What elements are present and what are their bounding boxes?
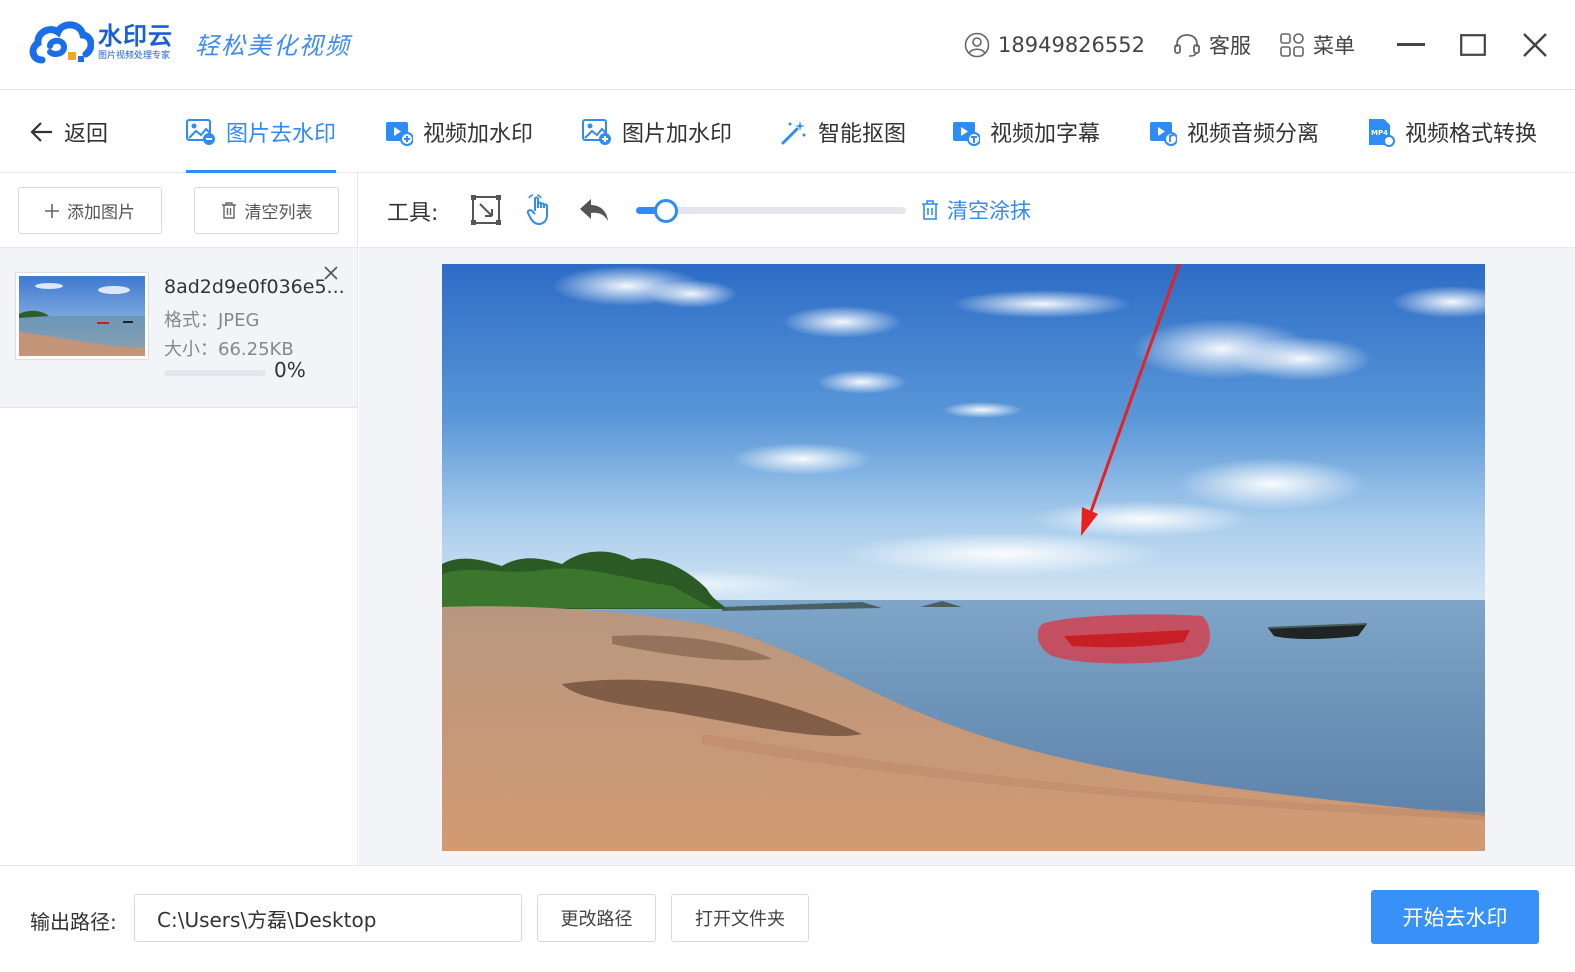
clear-list-label: 清空列表 [244,203,313,223]
tab-label: 视频音频分离 [1187,122,1320,147]
rectangle-select-icon [471,195,501,225]
video-subtitle-icon [953,122,980,146]
tab-label: 视频加水印 [423,122,534,147]
close-window-button[interactable] [1507,0,1563,90]
app-slogan: 轻松美化视频 [195,32,351,60]
tab-video-subtitle[interactable]: 视频加字幕 [952,91,1100,173]
hand-pointer-icon [526,194,548,225]
output-path-field[interactable]: C:\Users\方磊\Desktop [134,894,522,942]
tab-label: 智能抠图 [818,122,907,147]
maximize-icon [1460,34,1486,56]
editor-area: 工具: 清空涂抹 [359,173,1575,865]
file-list-toolbar: 添加图片 清空列表 [0,173,357,248]
clear-smear-label: 清空涂抹 [947,199,1031,223]
file-progress-percent: 0% [274,358,306,382]
open-folder-button[interactable]: 打开文件夹 [671,894,809,942]
trash-icon [922,200,938,220]
customer-service-label: 客服 [1209,34,1251,58]
brush-size-handle[interactable] [653,199,678,223]
feature-nav: 返回 图片去水印 视频加水印 图片加水印 智能抠图 视频加字幕 视频音频分离 M… [0,91,1575,173]
video-audio-icon [1150,122,1177,146]
trash-icon [221,202,236,219]
change-path-button[interactable]: 更改路径 [537,894,656,942]
clear-list-button[interactable]: 清空列表 [194,187,339,234]
menu-label: 菜单 [1313,34,1355,58]
image-canvas[interactable] [442,264,1485,851]
user-icon [964,32,990,58]
video-add-icon [386,122,413,146]
remove-file-button[interactable] [322,264,342,284]
tab-video-format-convert[interactable]: MP4 视频格式转换 [1367,91,1537,173]
file-format: 格式：JPEG [164,310,260,331]
start-remove-watermark-button[interactable]: 开始去水印 [1371,890,1539,944]
minimize-icon [1397,43,1425,46]
phone-number: 18949826552 [998,33,1145,57]
brush-size-slider[interactable] [636,199,906,223]
add-image-button[interactable]: 添加图片 [18,187,162,234]
arrow-left-icon [30,122,52,142]
title-bar: 水印云 图片视频处理专家 轻松美化视频 18949826552 客服 菜单 [0,0,1575,90]
close-icon [324,266,338,280]
cloud-logo-icon [28,16,95,68]
magic-wand-icon [781,121,806,145]
tab-label: 视频加字幕 [990,122,1101,147]
output-bar: 输出路径: C:\Users\方磊\Desktop 更改路径 打开文件夹 开始去… [0,865,1575,972]
app-logo: 水印云 图片视频处理专家 [28,16,173,68]
app-tagline: 图片视频处理专家 [98,51,171,61]
mp4-convert-icon: MP4 [1369,119,1395,147]
plus-icon [45,203,59,218]
file-progress-bar [164,370,266,376]
tab-image-add-watermark[interactable]: 图片加水印 [582,91,732,173]
account-button[interactable]: 18949826552 [964,32,1145,58]
menu-button[interactable]: 菜单 [1279,30,1355,60]
brush-tool[interactable] [523,193,557,227]
image-remove-icon [186,119,215,145]
tab-label: 图片加水印 [622,122,733,147]
app-name: 水印云 [98,22,173,50]
file-name: 8ad2d9e0f036e5... [164,276,345,298]
tab-video-audio-separate[interactable]: 视频音频分离 [1149,91,1319,173]
rectangle-select-tool[interactable] [469,193,503,227]
clear-smear-button[interactable]: 清空涂抹 [921,195,1031,225]
tab-label: 视频格式转换 [1405,122,1538,147]
maximize-button[interactable] [1445,0,1501,90]
editor-toolbar: 工具: 清空涂抹 [359,173,1575,248]
back-button[interactable]: 返回 [30,91,108,173]
grid-menu-icon [1280,33,1304,57]
undo-tool[interactable] [577,193,611,227]
undo-icon [580,199,608,221]
tab-smart-cutout[interactable]: 智能抠图 [780,91,906,173]
file-list-panel: 添加图片 清空列表 8ad2d9e0f036e5... 格式：JPEG 大小：6… [0,173,358,865]
file-thumbnail [15,272,149,360]
close-icon [1523,33,1547,57]
customer-service-button[interactable]: 客服 [1173,30,1251,60]
image-add-icon [582,119,611,145]
file-list-item[interactable]: 8ad2d9e0f036e5... 格式：JPEG 大小：66.25KB 0% [0,248,357,408]
back-label: 返回 [64,122,109,147]
tab-image-remove-watermark[interactable]: 图片去水印 [186,91,337,173]
output-path-label: 输出路径: [30,910,117,934]
minimize-button[interactable] [1383,0,1439,90]
headset-icon [1174,34,1200,57]
tab-label: 图片去水印 [226,122,337,147]
add-image-label: 添加图片 [67,203,135,223]
tab-video-add-watermark[interactable]: 视频加水印 [385,91,533,173]
tools-label: 工具: [387,201,439,226]
beach-photo [442,264,1485,851]
svg-text:MP4: MP4 [1371,129,1388,137]
